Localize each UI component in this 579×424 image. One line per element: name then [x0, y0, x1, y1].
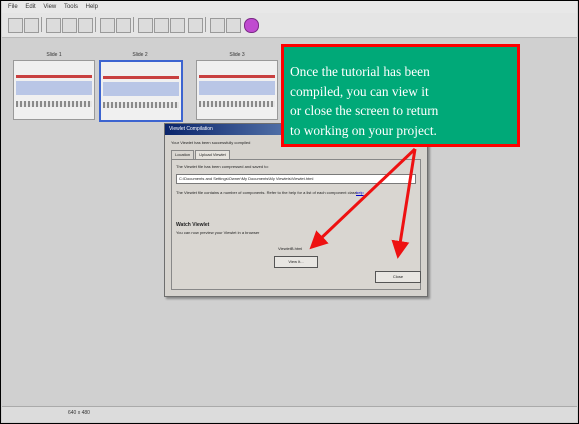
callout-arrows [309, 147, 417, 259]
arrow-to-close-button [391, 148, 417, 259]
arrow-to-view-button [309, 147, 417, 250]
